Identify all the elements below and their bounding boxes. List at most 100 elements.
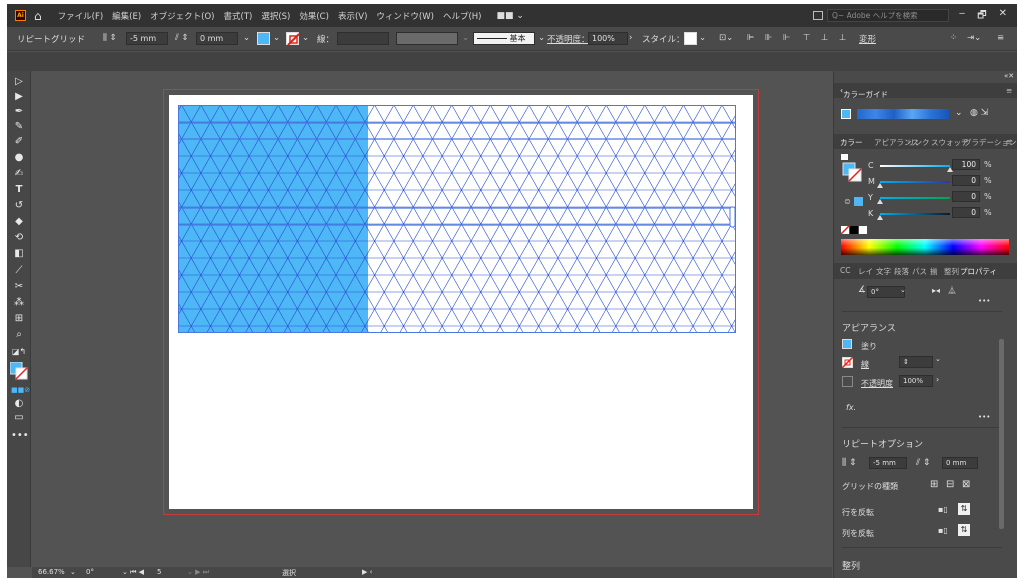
align-middle-icon[interactable]: ⊥ (821, 33, 828, 43)
cmyk-value-field[interactable]: 0 (952, 207, 980, 218)
cmyk-value-field[interactable]: 100 (952, 159, 980, 170)
arrange-icon[interactable]: ⁘ (950, 33, 957, 43)
opacity-field[interactable]: 100% (588, 32, 628, 45)
stroke-weight-field[interactable]: ⇕ (899, 356, 933, 368)
panel-menu-icon[interactable]: ≡ (1006, 86, 1012, 95)
ellipse-tool-icon[interactable]: ● (11, 151, 27, 165)
rotate-tool-icon[interactable]: ↺ (11, 199, 27, 213)
minimize-icon[interactable]: ‒ (959, 8, 965, 25)
align-right-icon[interactable]: ⊩ (783, 33, 790, 43)
grid-type-brick-row-icon[interactable]: ⊟ (946, 479, 954, 490)
color-spectrum-bar[interactable] (841, 239, 1009, 255)
flip-horizontal-icon[interactable]: ▸◂ (932, 286, 940, 295)
chevron-down-icon[interactable]: ⌄ (955, 108, 963, 118)
flip-vertical-icon[interactable]: ⏅ (948, 285, 956, 296)
flip-column-vertical-button[interactable]: ⇅ (958, 524, 970, 536)
cmyk-slider-track[interactable] (880, 181, 950, 183)
color-mode-icon[interactable]: ■■⊘ (11, 383, 30, 397)
tab-transform[interactable]: 揃 (930, 266, 938, 277)
vertical-spacing-field[interactable]: 0 mm (196, 32, 238, 45)
tab-cc-libraries[interactable]: CC (840, 266, 850, 275)
direct-selection-tool-icon[interactable]: ▶ (11, 90, 27, 104)
stroke-label[interactable]: 線 (861, 359, 869, 370)
fill-swatch[interactable] (842, 339, 852, 349)
none-white-black-swatches[interactable] (841, 226, 867, 236)
artboard-number-field[interactable]: 5 (157, 568, 161, 576)
color-guide-tab[interactable]: ‹ カラーガイド (840, 86, 888, 99)
repeat-h-spacing-field[interactable]: -5 mm (869, 457, 907, 469)
tab-properties[interactable]: プロパティ (960, 266, 997, 277)
menu-effect[interactable]: 効果(C) (299, 10, 329, 22)
cmyk-slider-track[interactable] (880, 197, 950, 199)
menu-object[interactable]: オブジェクト(O) (150, 10, 214, 22)
restore-icon[interactable]: 🗗 (977, 8, 986, 25)
grid-type-grid-icon[interactable]: ⊞ (930, 479, 938, 490)
repeat-grid-artwork[interactable] (178, 105, 736, 333)
flip-row-horizontal-icon[interactable]: ▪▯ (938, 505, 948, 514)
workspace-switcher-icon[interactable]: ■■ ⌄ (496, 11, 523, 21)
align-bottom-icon[interactable]: ⊥ (839, 33, 846, 43)
tab-swatches[interactable]: スウォッチ (931, 137, 969, 148)
graphic-style-swatch[interactable] (684, 32, 697, 45)
blend-tool-icon[interactable]: ✂ (11, 280, 27, 294)
repeat-v-spacing-field[interactable]: 0 mm (942, 457, 978, 469)
draw-mode-icon[interactable]: ◐ (11, 397, 27, 411)
collapse-panels-icon[interactable]: «✕ (1004, 72, 1014, 80)
canvas-area[interactable] (32, 71, 832, 567)
add-effect-button[interactable]: fx. (846, 403, 856, 412)
stroke-none-swatch[interactable] (286, 32, 300, 46)
rotation-field[interactable]: 0° (86, 568, 94, 576)
more-options-icon[interactable]: ••• (978, 297, 990, 305)
align-top-icon[interactable]: ⊤ (803, 33, 810, 43)
curvature-tool-icon[interactable]: ✎ (11, 120, 27, 134)
opacity-field[interactable]: 100% (899, 375, 933, 387)
anchor-tool-icon[interactable]: ✐ (11, 135, 27, 149)
harmony-rules-strip[interactable] (857, 109, 949, 119)
paintbrush-tool-icon[interactable]: ✍ (11, 167, 27, 181)
chevron-down-icon[interactable]: ⌄ (273, 33, 280, 43)
tab-links[interactable]: リンク (907, 137, 930, 148)
color-guide-options-icon[interactable]: ◍ ⇲ (970, 108, 988, 118)
type-tool-icon[interactable]: T (11, 183, 27, 197)
out-of-gamut-icon[interactable]: ⊜ (844, 197, 851, 206)
menu-edit[interactable]: 編集(E) (112, 10, 141, 22)
status-mode[interactable]: 選択 (282, 568, 296, 578)
pen-tool-icon[interactable]: ✒ (11, 105, 27, 119)
cmyk-slider-thumb[interactable] (877, 215, 883, 220)
fill-stroke-icon[interactable] (841, 154, 863, 184)
isolate-icon[interactable]: ⇥⌄ (967, 33, 981, 43)
cmyk-slider-track[interactable] (880, 213, 950, 215)
align-left-icon[interactable]: ⊫ (747, 33, 754, 43)
chevron-down-icon[interactable]: ⌄ (699, 33, 706, 43)
chevron-down-icon[interactable]: ⌄ (302, 33, 309, 43)
tab-character[interactable]: 文字 (876, 266, 891, 277)
flip-column-horizontal-icon[interactable]: ▪▯ (938, 526, 948, 535)
horizontal-spacing-field[interactable]: -5 mm (126, 32, 168, 45)
tab-align[interactable]: 整列 (944, 266, 959, 277)
close-icon[interactable]: ✕ (999, 8, 1007, 25)
base-color-swatch[interactable] (841, 109, 851, 119)
grid-type-brick-column-icon[interactable]: ⊠ (962, 479, 970, 490)
transform-label[interactable]: 変形 (859, 33, 876, 45)
stroke-none-icon[interactable] (842, 357, 853, 368)
chevron-down-icon[interactable]: ⌄ (243, 33, 250, 43)
cmyk-slider-thumb[interactable] (877, 199, 883, 204)
chevron-down-icon[interactable]: ⌄ (70, 568, 76, 576)
stroke-weight-field[interactable] (337, 32, 389, 45)
opacity-label[interactable]: 不透明度： (547, 33, 590, 45)
flip-row-vertical-button[interactable]: ⇅ (958, 503, 970, 515)
menu-view[interactable]: 表示(V) (338, 10, 367, 22)
chevron-down-icon[interactable]: ⌄ (538, 33, 545, 43)
chevron-down-icon[interactable]: ⌄ (462, 33, 469, 43)
tab-color[interactable]: カラー (840, 137, 863, 148)
cmyk-value-field[interactable]: 0 (952, 191, 980, 202)
edit-toolbar-icon[interactable]: ••• (11, 429, 29, 443)
zoom-field[interactable]: 66.67% (38, 568, 65, 576)
next-artboard-icon[interactable]: ⌄ ▶ ⏭ (187, 568, 209, 577)
screen-mode-icon[interactable]: ▭ (11, 411, 27, 425)
fill-stroke-widget[interactable] (9, 361, 28, 380)
cmyk-value-field[interactable]: 0 (952, 175, 980, 186)
artboard-tool-icon[interactable]: ⊞ (11, 312, 27, 326)
arrange-documents-icon[interactable] (813, 11, 823, 20)
tab-pathfinder[interactable]: パス (912, 266, 927, 277)
